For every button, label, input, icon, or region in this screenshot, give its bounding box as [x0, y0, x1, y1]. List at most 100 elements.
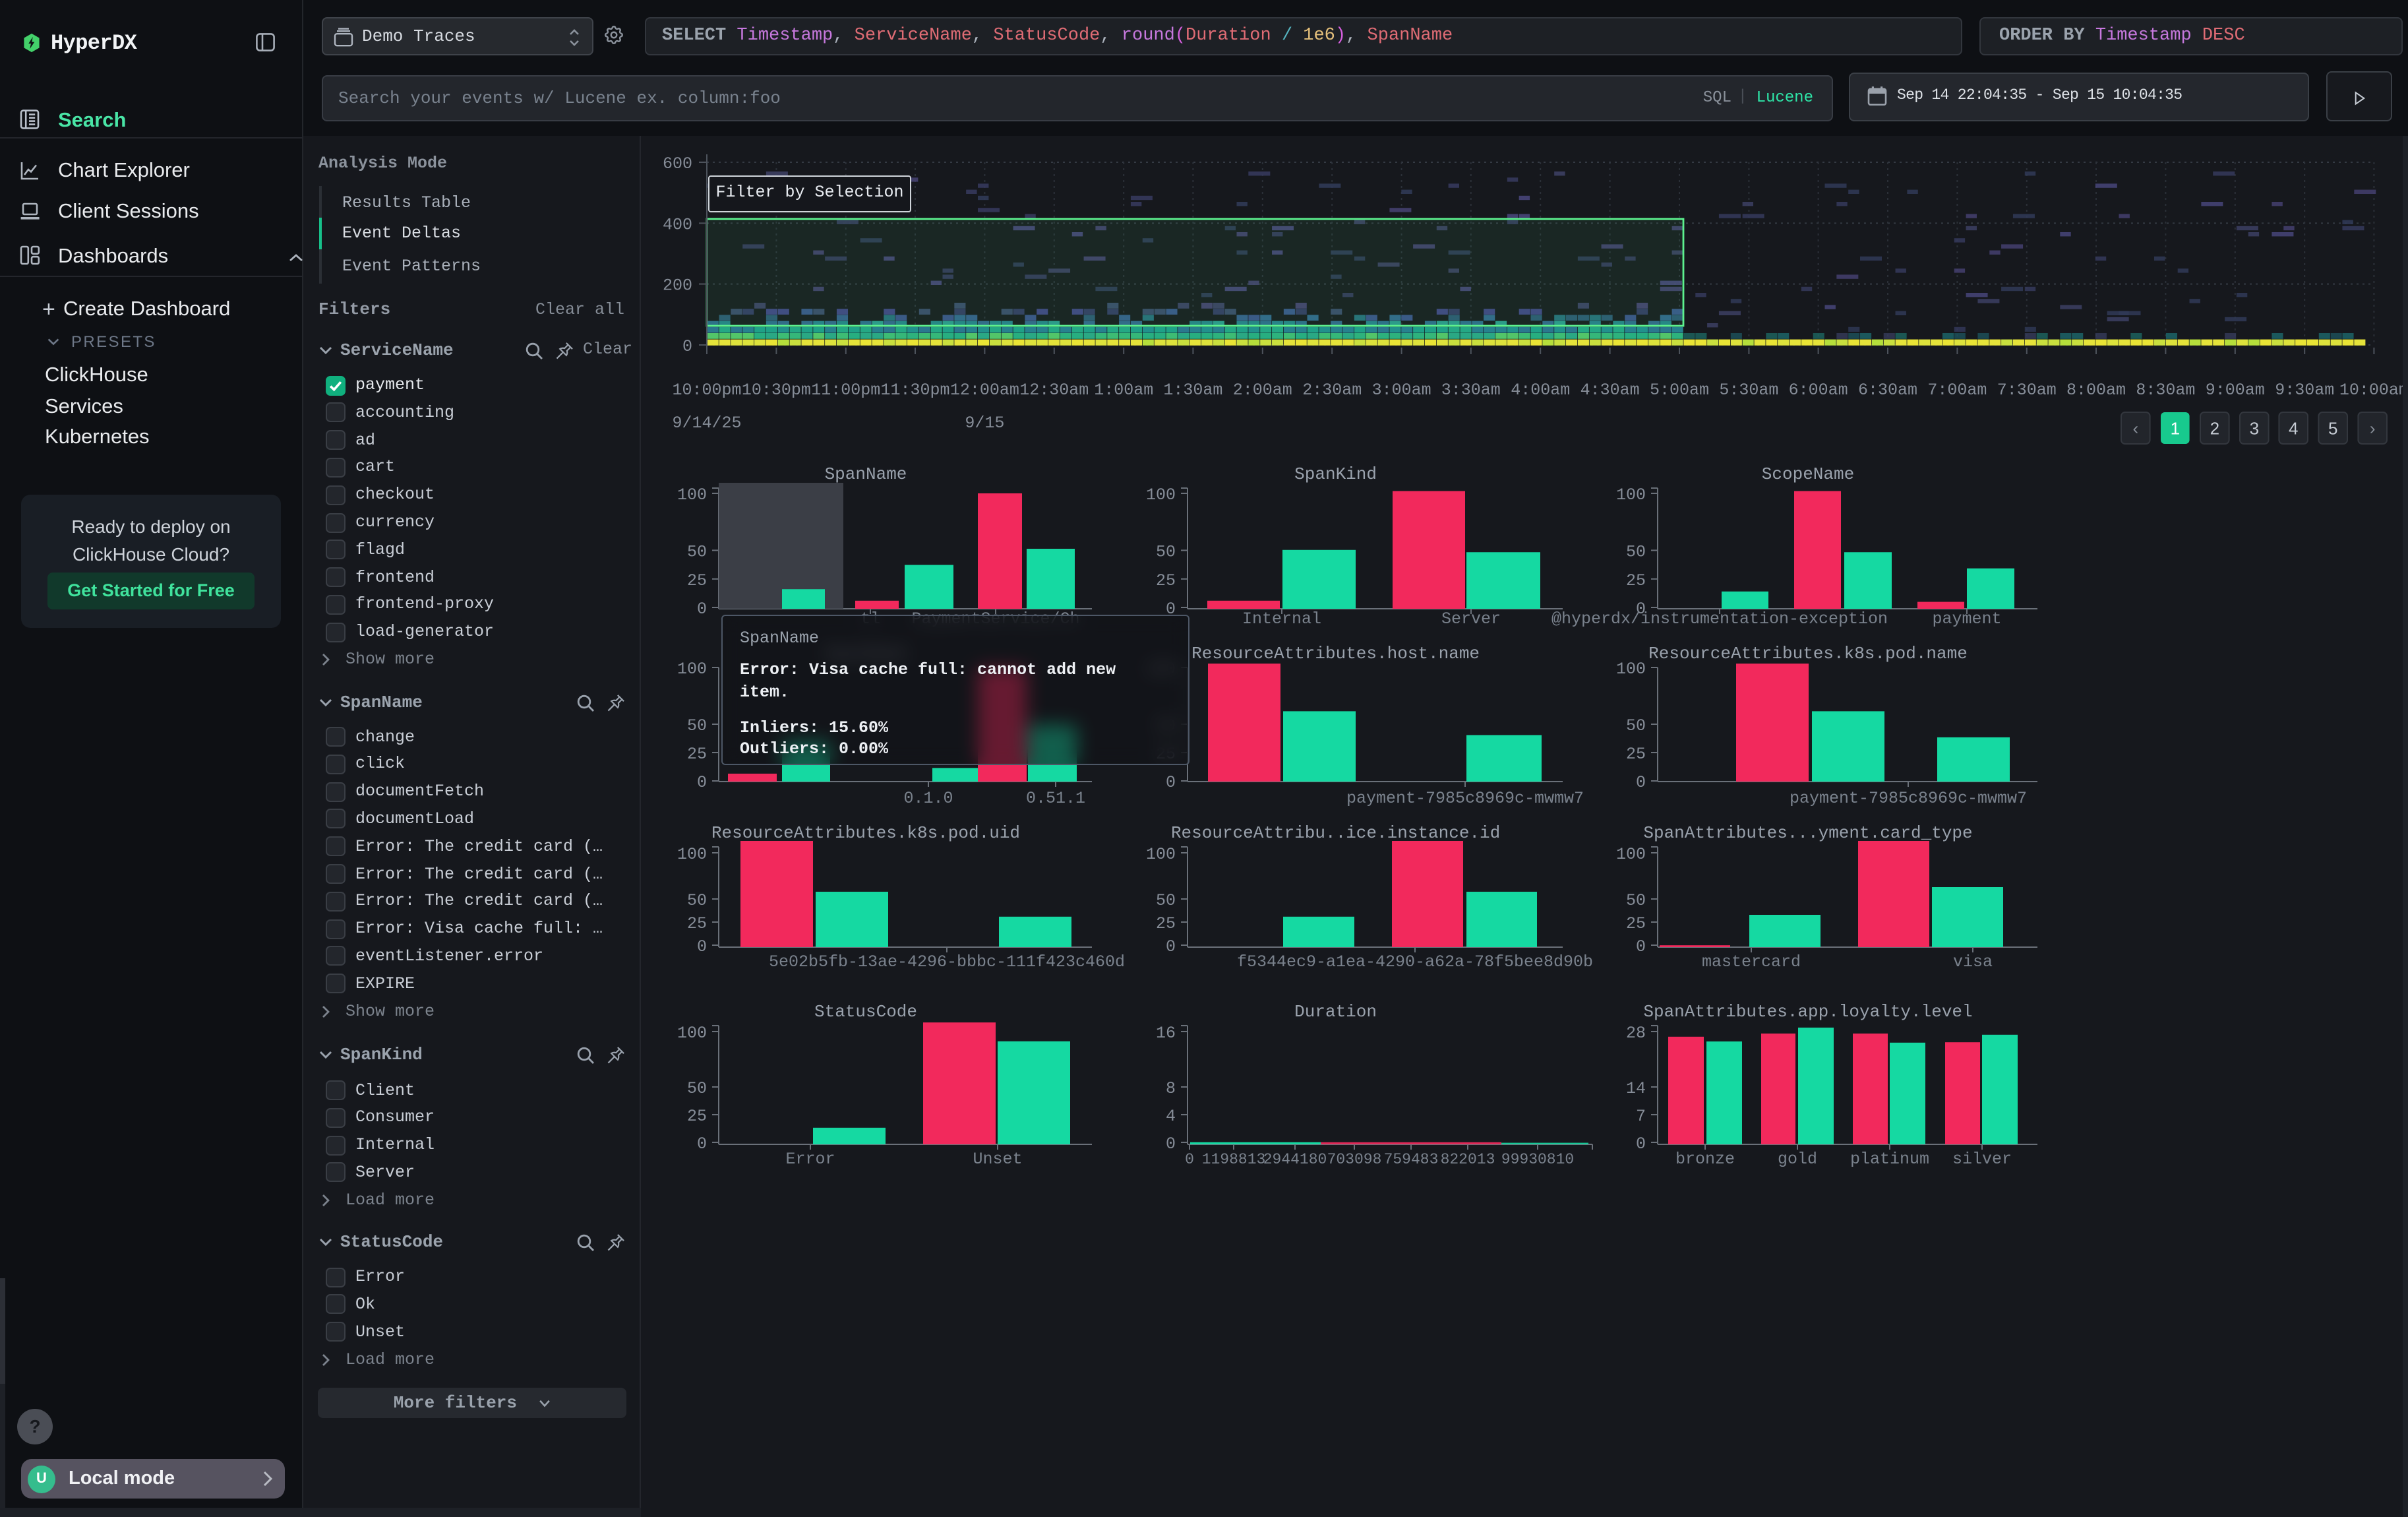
svg-text:703098: 703098	[1327, 1151, 1382, 1168]
svg-text:1198813: 1198813	[1202, 1151, 1266, 1168]
svg-text:4:00am: 4:00am	[1511, 381, 1570, 400]
svg-text:visa: visa	[1953, 952, 1993, 972]
svg-text:11:00pm: 11:00pm	[811, 381, 880, 400]
svg-text:12:00am: 12:00am	[950, 381, 1019, 400]
svg-text:822013: 822013	[1441, 1151, 1495, 1168]
svg-text:100: 100	[1146, 485, 1176, 505]
svg-text:12:30am: 12:30am	[1019, 381, 1089, 400]
svg-text:9:00am: 9:00am	[2206, 381, 2265, 400]
svg-text:2: 2	[2210, 419, 2219, 439]
svg-text:‹: ‹	[2132, 419, 2138, 439]
svg-text:f5344ec9-a1ea-4290-a62a-78f5be: f5344ec9-a1ea-4290-a62a-78f5bee8d90b	[1237, 952, 1593, 972]
svg-text:0: 0	[682, 337, 692, 356]
svg-text:100: 100	[677, 485, 707, 505]
svg-text:0: 0	[1636, 1134, 1646, 1154]
svg-text:100: 100	[1616, 660, 1646, 679]
svg-text:10:00pm: 10:00pm	[672, 381, 741, 400]
svg-text:100: 100	[677, 845, 707, 864]
svg-text:50: 50	[687, 1079, 707, 1098]
svg-text:3:30am: 3:30am	[1441, 381, 1501, 400]
svg-text:28: 28	[1626, 1024, 1646, 1043]
svg-text:0.51.1: 0.51.1	[1026, 789, 1085, 808]
svg-text:0: 0	[697, 1134, 707, 1154]
svg-text:100: 100	[677, 660, 707, 679]
svg-text:Duration: Duration	[1294, 1002, 1377, 1022]
svg-text:400: 400	[663, 215, 692, 234]
svg-text:SpanAttributes.app.loyalty.lev: SpanAttributes.app.loyalty.level	[1643, 1002, 1972, 1022]
svg-text:ResourceAttribu..ice.instance.: ResourceAttribu..ice.instance.id	[1171, 823, 1500, 843]
svg-text:0: 0	[1166, 937, 1176, 956]
svg-text:SpanKind: SpanKind	[1294, 464, 1377, 484]
svg-text:ResourceAttributes.host.name: ResourceAttributes.host.name	[1191, 644, 1480, 664]
svg-text:payment: payment	[1932, 609, 2001, 629]
svg-text:SpanName: SpanName	[825, 464, 907, 484]
svg-text:50: 50	[1626, 716, 1646, 735]
svg-text:6:30am: 6:30am	[1858, 381, 1917, 400]
svg-text:16: 16	[1156, 1024, 1176, 1043]
svg-text:0: 0	[1185, 1151, 1194, 1168]
svg-text:4: 4	[1166, 1107, 1176, 1126]
svg-text:7: 7	[1636, 1107, 1646, 1126]
svg-text:0: 0	[697, 773, 707, 792]
svg-text:ResourceAttributes.k8s.pod.uid: ResourceAttributes.k8s.pod.uid	[711, 823, 1020, 843]
svg-text:0.1.0: 0.1.0	[903, 789, 953, 808]
svg-text:ScopeName: ScopeName	[1762, 464, 1854, 484]
svg-text:gold: gold	[1778, 1150, 1817, 1169]
svg-text:Internal: Internal	[1242, 609, 1321, 629]
svg-text:3: 3	[2250, 419, 2259, 439]
svg-text:Unset: Unset	[973, 1150, 1022, 1169]
svg-text:0: 0	[1166, 1134, 1176, 1154]
svg-text:0: 0	[697, 600, 707, 619]
svg-text:5:30am: 5:30am	[1719, 381, 1778, 400]
svg-text:7:00am: 7:00am	[1927, 381, 1987, 400]
svg-text:2:30am: 2:30am	[1302, 381, 1362, 400]
svg-text:5e02b5fb-13ae-4296-bbbc-111f42: 5e02b5fb-13ae-4296-bbbc-111f423c460d	[769, 952, 1125, 972]
svg-text:100: 100	[677, 1024, 707, 1043]
svg-text:25: 25	[1626, 914, 1646, 933]
svg-text:100: 100	[1146, 845, 1176, 864]
svg-text:14: 14	[1626, 1079, 1646, 1098]
svg-text:25: 25	[1626, 571, 1646, 590]
svg-text:Error: Error	[785, 1150, 835, 1169]
svg-text:›: ›	[2370, 419, 2376, 439]
svg-text:platinum: platinum	[1850, 1150, 1929, 1169]
svg-text:9:30am: 9:30am	[2275, 381, 2334, 400]
svg-text:99930810: 99930810	[1501, 1151, 1574, 1168]
svg-text:@hyperdx/instrumentation-excep: @hyperdx/instrumentation-exception	[1551, 609, 1888, 629]
svg-text:2944180: 2944180	[1263, 1151, 1327, 1168]
svg-text:4: 4	[2289, 419, 2298, 439]
svg-text:payment-7985c8969c-mwmw7: payment-7985c8969c-mwmw7	[1790, 789, 2027, 808]
svg-text:3:00am: 3:00am	[1372, 381, 1431, 400]
svg-text:7:30am: 7:30am	[1997, 381, 2057, 400]
svg-text:25: 25	[1156, 571, 1176, 590]
svg-text:25: 25	[1626, 745, 1646, 764]
svg-text:Server: Server	[1441, 609, 1501, 629]
svg-text:StatusCode: StatusCode	[814, 1002, 917, 1022]
svg-text:8: 8	[1166, 1079, 1176, 1098]
svg-text:8:30am: 8:30am	[2136, 381, 2195, 400]
svg-text:silver: silver	[1952, 1150, 2012, 1169]
svg-text:200: 200	[663, 276, 692, 295]
svg-text:8:00am: 8:00am	[2066, 381, 2126, 400]
svg-text:ResourceAttributes.k8s.pod.nam: ResourceAttributes.k8s.pod.name	[1648, 644, 1968, 664]
svg-text:4:30am: 4:30am	[1580, 381, 1640, 400]
svg-text:SpanAttributes...yment.card_ty: SpanAttributes...yment.card_type	[1643, 823, 1972, 843]
svg-text:1:00am: 1:00am	[1094, 381, 1153, 400]
svg-text:mastercard: mastercard	[1702, 952, 1801, 972]
svg-text:100: 100	[1616, 485, 1646, 505]
svg-text:50: 50	[1156, 891, 1176, 910]
svg-text:0: 0	[1636, 937, 1646, 956]
svg-text:25: 25	[1156, 914, 1176, 933]
svg-text:0: 0	[1166, 773, 1176, 792]
svg-text:50: 50	[1626, 543, 1646, 562]
svg-text:50: 50	[687, 716, 707, 735]
svg-text:100: 100	[1616, 845, 1646, 864]
svg-text:9/14/25: 9/14/25	[672, 414, 741, 433]
svg-text:759483: 759483	[1384, 1151, 1439, 1168]
svg-text:10:30pm: 10:30pm	[742, 381, 811, 400]
svg-text:50: 50	[1626, 891, 1646, 910]
svg-text:0: 0	[697, 937, 707, 956]
svg-text:25: 25	[687, 1107, 707, 1126]
svg-text:50: 50	[687, 891, 707, 910]
svg-text:9/15: 9/15	[965, 414, 1004, 433]
